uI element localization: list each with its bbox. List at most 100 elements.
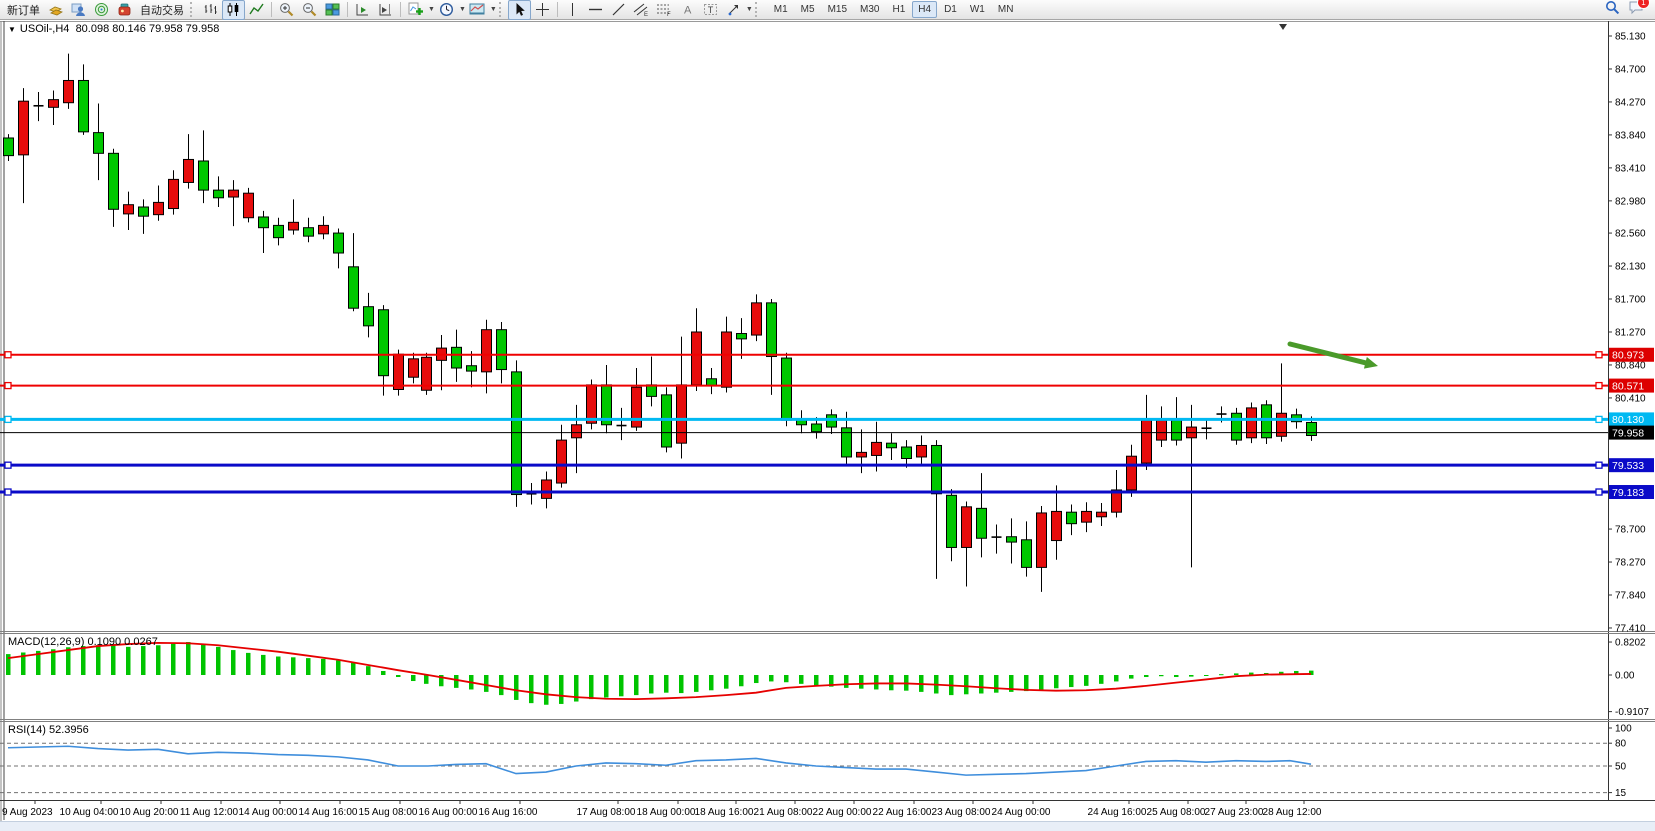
hline-handle[interactable] <box>1596 352 1602 358</box>
hline-handle[interactable] <box>5 462 11 468</box>
bar-chart-type-icon[interactable] <box>199 0 222 20</box>
timeframe-m1[interactable]: M1 <box>768 1 794 18</box>
toolbar-separator <box>347 2 348 17</box>
svg-text:80: 80 <box>1615 739 1627 750</box>
equidistant-channel-tool-icon[interactable]: E <box>630 0 653 20</box>
text-tool-icon[interactable]: A <box>676 0 699 20</box>
toolbar-grip <box>499 2 504 17</box>
svg-text:E: E <box>644 12 648 17</box>
svg-text:24 Aug 16:00: 24 Aug 16:00 <box>1088 807 1147 818</box>
svg-text:0.00: 0.00 <box>1615 671 1635 682</box>
svg-text:16 Aug 16:00: 16 Aug 16:00 <box>479 807 538 818</box>
svg-text:10 Aug 20:00: 10 Aug 20:00 <box>120 807 179 818</box>
autotrading-label[interactable]: 自动交易 <box>136 1 188 19</box>
notifications-icon[interactable]: 1 <box>1628 0 1644 20</box>
vertical-line-tool-icon[interactable] <box>561 0 584 20</box>
svg-text:79.533: 79.533 <box>1612 460 1644 472</box>
svg-text:9 Aug 2023: 9 Aug 2023 <box>2 807 53 818</box>
macd-indicator-label: MACD(12,26,9) 0.1090 0.0267 <box>8 636 158 648</box>
svg-text:78.270: 78.270 <box>1615 558 1646 569</box>
svg-text:22 Aug 16:00: 22 Aug 16:00 <box>873 807 932 818</box>
line-chart-type-icon[interactable] <box>245 0 268 20</box>
hline-handle[interactable] <box>5 383 11 389</box>
svg-text:80.840: 80.840 <box>1615 360 1646 371</box>
svg-text:81.700: 81.700 <box>1615 295 1646 306</box>
trendline-tool-icon[interactable] <box>607 0 630 20</box>
market-radar-icon[interactable] <box>90 0 113 20</box>
timeframe-w1[interactable]: W1 <box>964 1 991 18</box>
svg-text:80.571: 80.571 <box>1612 380 1644 392</box>
timeframe-m30[interactable]: M30 <box>854 1 885 18</box>
profiles-icon[interactable] <box>44 0 67 20</box>
svg-text:T: T <box>708 5 714 15</box>
new-order-button[interactable]: 新订单 <box>3 1 44 19</box>
svg-text:27 Aug 23:00: 27 Aug 23:00 <box>1205 807 1264 818</box>
zoom-in-icon[interactable] <box>275 0 298 20</box>
search-icon[interactable] <box>1605 0 1620 20</box>
chart-ohlc-quotes: 80.098 80.146 79.958 79.958 <box>76 23 220 35</box>
timeframe-d1[interactable]: D1 <box>938 1 963 18</box>
auto-scroll-icon[interactable] <box>351 0 374 20</box>
arrows-tool-icon[interactable] <box>722 0 745 20</box>
svg-text:-0.9107: -0.9107 <box>1615 707 1649 718</box>
hline-handle[interactable] <box>1596 383 1602 389</box>
svg-text:85.130: 85.130 <box>1615 32 1646 43</box>
autotrading-icon[interactable] <box>113 0 136 20</box>
timeframe-m5[interactable]: M5 <box>795 1 821 18</box>
chart-shift-icon[interactable] <box>374 0 397 20</box>
svg-text:28 Aug 12:00: 28 Aug 12:00 <box>1263 807 1322 818</box>
svg-text:21 Aug 08:00: 21 Aug 08:00 <box>754 807 813 818</box>
svg-text:83.840: 83.840 <box>1615 130 1646 141</box>
cursor-tool-icon[interactable] <box>508 0 531 20</box>
tile-windows-icon[interactable] <box>321 0 344 20</box>
zoom-out-icon[interactable] <box>298 0 321 20</box>
text-label-tool-icon[interactable]: T <box>699 0 722 20</box>
svg-text:100: 100 <box>1615 724 1632 735</box>
svg-text:17 Aug 08:00: 17 Aug 08:00 <box>577 807 636 818</box>
crosshair-tool-icon[interactable] <box>531 0 554 20</box>
candlestick-chart-type-icon[interactable] <box>222 0 245 20</box>
community-icon[interactable] <box>67 0 90 20</box>
add-indicator-icon[interactable] <box>404 0 427 20</box>
hline-handle[interactable] <box>1596 489 1602 495</box>
timeframe-toolbar: M1M5M15M30H1H4D1W1MN <box>768 1 1020 18</box>
symbol-collapse-arrow[interactable]: ▼ <box>8 25 16 34</box>
hline-handle[interactable] <box>1596 416 1602 422</box>
svg-text:11 Aug 12:00: 11 Aug 12:00 <box>180 807 239 818</box>
notification-badge: 1 <box>1637 0 1650 9</box>
svg-text:18 Aug 00:00: 18 Aug 00:00 <box>637 807 696 818</box>
price-chart[interactable]: 85.13084.70084.27083.84083.41082.98082.5… <box>0 0 1655 831</box>
svg-text:18 Aug 16:00: 18 Aug 16:00 <box>695 807 754 818</box>
template-icon[interactable] <box>466 0 489 20</box>
fibonacci-tool-icon[interactable]: F <box>653 0 676 20</box>
svg-text:80.130: 80.130 <box>1612 414 1644 426</box>
timeframe-m15[interactable]: M15 <box>822 1 853 18</box>
timeframe-mn[interactable]: MN <box>992 1 1020 18</box>
periods-caret[interactable]: ▼ <box>459 6 466 13</box>
svg-text:A: A <box>684 5 692 17</box>
hline-handle[interactable] <box>5 352 11 358</box>
hline-handle[interactable] <box>5 489 11 495</box>
periods-clock-icon[interactable] <box>435 0 458 20</box>
svg-text:83.410: 83.410 <box>1615 163 1646 174</box>
template-caret[interactable]: ▼ <box>490 6 497 13</box>
svg-text:23 Aug 08:00: 23 Aug 08:00 <box>932 807 991 818</box>
timeframe-h1[interactable]: H1 <box>886 1 911 18</box>
bottom-panel-strip <box>0 821 1655 831</box>
hline-handle[interactable] <box>5 416 11 422</box>
timeframe-h4[interactable]: H4 <box>912 1 937 18</box>
svg-text:14 Aug 00:00: 14 Aug 00:00 <box>239 807 298 818</box>
toolbar: 新订单 自动交易 <box>0 0 1655 20</box>
svg-text:81.270: 81.270 <box>1615 327 1646 338</box>
svg-text:50: 50 <box>1615 762 1627 773</box>
horizontal-line-tool-icon[interactable] <box>584 0 607 20</box>
chart-title: ▼USOil-,H4 80.098 80.146 79.958 79.958 <box>8 23 219 35</box>
toolbar-separator <box>271 2 272 17</box>
toolbar-grip <box>190 2 195 17</box>
toolbar-right-icons: 1 <box>1605 0 1652 20</box>
svg-text:80.973: 80.973 <box>1612 350 1644 362</box>
add-indicator-caret[interactable]: ▼ <box>428 6 435 13</box>
arrows-tool-caret[interactable]: ▼ <box>746 6 753 13</box>
svg-text:0.8202: 0.8202 <box>1615 638 1646 649</box>
hline-handle[interactable] <box>1596 462 1602 468</box>
